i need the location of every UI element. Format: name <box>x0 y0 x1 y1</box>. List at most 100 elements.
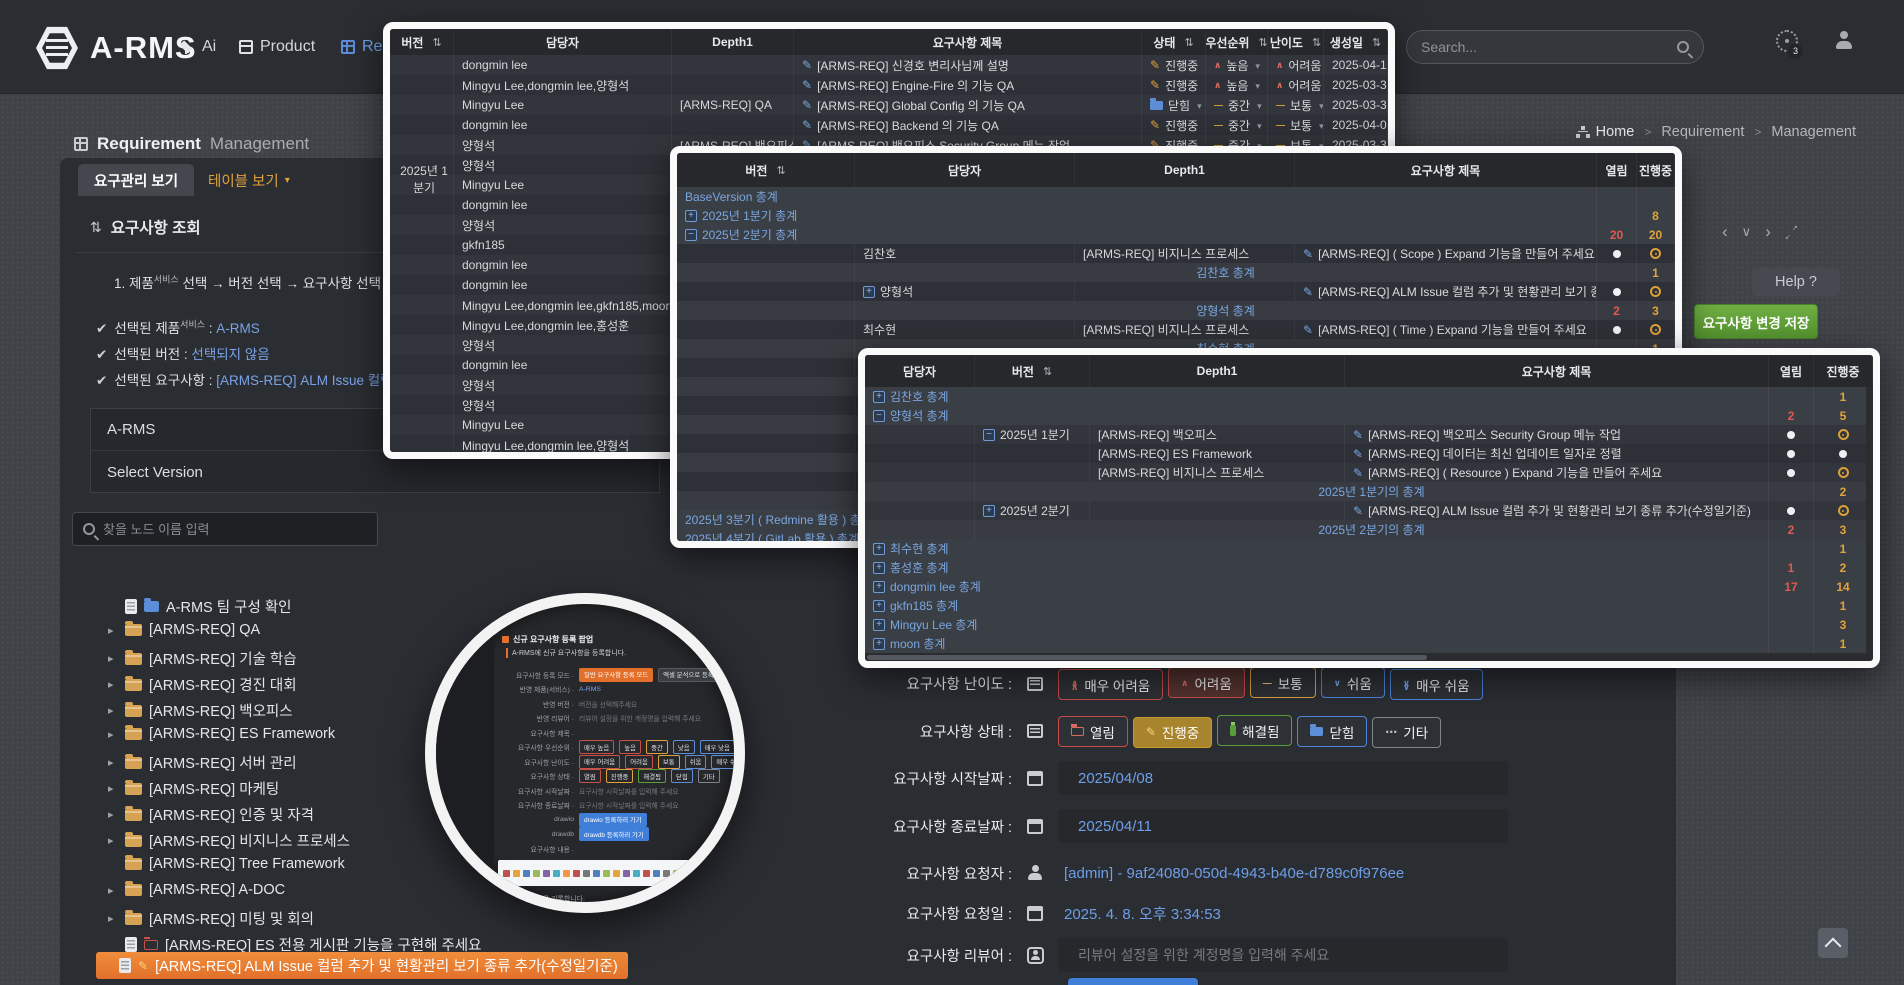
tab-requirement-view[interactable]: 요구관리 보기 <box>78 164 194 196</box>
node-search-input[interactable] <box>103 522 367 537</box>
dropdown-caret-icon[interactable] <box>1253 58 1260 72</box>
table-row[interactable]: dongmin lee[ARMS-REQ] 신경호 변리사님께 설명진행중높음어… <box>390 55 1388 75</box>
tree-item[interactable]: ▸[ARMS-REQ] 인증 및 자격 <box>108 804 314 825</box>
plus-icon[interactable] <box>873 543 885 555</box>
horizontal-scrollbar[interactable] <box>865 653 1873 661</box>
tree-caret-icon[interactable]: ▸ <box>108 704 118 717</box>
search-input[interactable] <box>1421 39 1677 55</box>
dropdown-caret-icon[interactable] <box>1317 118 1324 132</box>
plus-icon[interactable] <box>873 638 885 650</box>
collapse-icon[interactable]: ∨ <box>1742 224 1752 240</box>
dropdown-caret-icon[interactable] <box>1317 98 1324 112</box>
help-button[interactable]: Help ? <box>1752 268 1840 296</box>
table-row[interactable]: dongmin lee 총계1714 <box>865 577 1873 596</box>
column-header[interactable]: 열림 <box>1769 355 1814 387</box>
table-row[interactable]: [ARMS-REQ] ES Framework[ARMS-REQ] 데이터는 최… <box>865 444 1873 463</box>
status-button-닫힘[interactable]: 닫힘 <box>1297 716 1367 747</box>
vertical-scrollbar[interactable] <box>1866 387 1873 653</box>
table-row[interactable]: 최수현 총계1 <box>865 539 1873 558</box>
table-row[interactable]: 양형석 총계25 <box>865 406 1873 425</box>
tree-item[interactable]: ▸[ARMS-REQ] 경진 대회 <box>108 674 297 695</box>
table-row[interactable]: 2025년 2분기[ARMS-REQ] ALM Issue 컬럼 추가 및 현황… <box>865 501 1873 520</box>
start-date-input[interactable]: 2025/04/08 <box>1058 761 1508 795</box>
tree-caret-icon[interactable]: ▸ <box>108 834 118 847</box>
table-row[interactable]: 김찬호[ARMS-REQ] 비지니스 프로세스[ARMS-REQ] ( Scop… <box>677 244 1675 263</box>
table-row[interactable]: Mingyu Lee[ARMS-REQ] QA[ARMS-REQ] Global… <box>390 95 1388 115</box>
prev-icon[interactable]: ‹ <box>1722 222 1728 242</box>
tree-item-selected[interactable]: ✎[ARMS-REQ] ALM Issue 컬럼 추가 및 현황관리 보기 종류… <box>96 952 628 979</box>
column-header[interactable]: 담당자 <box>855 153 1075 187</box>
tree-caret-icon[interactable]: ▸ <box>108 808 118 821</box>
sort-icon[interactable]: ⇅ <box>1312 36 1321 49</box>
table-row[interactable]: moon 총계1 <box>865 634 1873 653</box>
tree-item[interactable]: ▸[ARMS-REQ] 비지니스 프로세스 <box>108 830 350 851</box>
column-header[interactable]: 담당자 <box>865 355 975 387</box>
tree-item[interactable]: A-RMS 팀 구성 확인 <box>108 596 292 617</box>
tree-item[interactable]: ▸[ARMS-REQ] 기술 학습 <box>108 648 297 669</box>
column-header[interactable]: 상태⇅ <box>1142 29 1206 55</box>
sort-icon[interactable]: ⇅ <box>776 164 785 177</box>
table-row[interactable]: Mingyu Lee,dongmin lee,양형석[ARMS-REQ] Eng… <box>390 75 1388 95</box>
plus-icon[interactable] <box>873 581 885 593</box>
sort-icon[interactable]: ⇅ <box>1258 36 1267 49</box>
breadcrumb-management[interactable]: Management <box>1771 124 1856 140</box>
plus-icon[interactable] <box>863 286 875 298</box>
column-header[interactable]: 난이도⇅ <box>1268 29 1324 55</box>
tree-item[interactable]: ▸[ARMS-REQ] A-DOC <box>108 882 285 898</box>
sort-icon[interactable]: ⇅ <box>1372 36 1381 49</box>
breadcrumb-requirement[interactable]: Requirement <box>1661 124 1744 140</box>
tree-item[interactable]: ▸[ARMS-REQ] 미팅 및 회의 <box>108 908 314 929</box>
plus-icon[interactable] <box>873 619 885 631</box>
tree-item[interactable]: [ARMS-REQ] Tree Framework <box>108 856 345 872</box>
column-header[interactable]: Depth1 <box>672 29 794 55</box>
partial-bottom-button[interactable] <box>1068 978 1198 985</box>
next-icon[interactable]: › <box>1765 222 1771 242</box>
tree-item[interactable]: ▸[ARMS-REQ] ES Framework <box>108 726 335 742</box>
column-header[interactable]: Depth1 <box>1075 153 1295 187</box>
nav-item-requirement[interactable]: Re <box>341 38 382 56</box>
tree-item[interactable]: ▸[ARMS-REQ] QA <box>108 622 260 638</box>
tree-caret-icon[interactable]: ▸ <box>108 782 118 795</box>
tree-item[interactable]: ▸[ARMS-REQ] 서버 관리 <box>108 752 297 773</box>
tree-caret-icon[interactable]: ▸ <box>108 912 118 925</box>
column-header[interactable]: 요구사항 제목 <box>1345 355 1769 387</box>
plus-icon[interactable] <box>873 600 885 612</box>
status-button-기타[interactable]: ⋯기타 <box>1372 717 1441 748</box>
status-button-해결됨[interactable]: 해결됨 <box>1217 715 1292 746</box>
sort-icon[interactable]: ⇅ <box>432 36 441 49</box>
column-header[interactable]: Depth1 <box>1090 355 1345 387</box>
table-row[interactable]: dongmin lee[ARMS-REQ] Backend 의 기능 QA진행중… <box>390 115 1388 135</box>
table-row[interactable]: BaseVersion 총계 <box>677 187 1675 206</box>
table-row[interactable]: 양형석 총계23 <box>677 301 1675 320</box>
tree-caret-icon[interactable]: ▸ <box>108 624 118 637</box>
table-row[interactable]: Mingyu Lee 총계3 <box>865 615 1873 634</box>
plus-icon[interactable] <box>873 391 885 403</box>
difficulty-button-어려움[interactable]: ∧어려움 <box>1168 667 1245 698</box>
column-header[interactable]: 진행중 <box>1814 355 1873 387</box>
fullscreen-icon[interactable] <box>1785 226 1798 239</box>
tab-table-view[interactable]: 테이블 보기▾ <box>192 164 306 196</box>
table-row[interactable]: 2025년 1분기[ARMS-REQ] 백오피스[ARMS-REQ] 백오피스 … <box>865 425 1873 444</box>
column-header[interactable]: 요구사항 제목 <box>794 29 1142 55</box>
minus-icon[interactable] <box>873 410 885 422</box>
nav-item-product[interactable]: Product <box>239 38 315 56</box>
status-button-열림[interactable]: 열림 <box>1058 716 1128 747</box>
table-row[interactable]: 2025년 1분기 총계8 <box>677 206 1675 225</box>
table-row[interactable]: 2025년 1분기의 총계2 <box>865 482 1873 501</box>
table-row[interactable]: 2025년 2분기의 총계23 <box>865 520 1873 539</box>
nav-item-ai[interactable]: Ai <box>178 38 216 56</box>
plus-icon[interactable] <box>873 562 885 574</box>
tree-caret-icon[interactable]: ▸ <box>108 652 118 665</box>
column-header[interactable]: 생성일⇅ <box>1324 29 1388 55</box>
column-header[interactable]: 버전⇅ <box>390 29 454 55</box>
difficulty-button-보통[interactable]: —보통 <box>1250 667 1316 698</box>
difficulty-button-쉬움[interactable]: ∨쉬움 <box>1321 667 1385 698</box>
table-row[interactable]: 홍성훈 총계12 <box>865 558 1873 577</box>
dropdown-caret-icon[interactable] <box>1255 118 1262 132</box>
plus-icon[interactable] <box>983 505 995 517</box>
reviewer-input[interactable]: 리뷰어 설정을 위한 계정명을 입력해 주세요 <box>1058 938 1508 972</box>
dropdown-caret-icon[interactable] <box>1253 78 1260 92</box>
difficulty-button-매우 쉬움[interactable]: ∨∨매우 쉬움 <box>1390 669 1483 700</box>
end-date-input[interactable]: 2025/04/11 <box>1058 809 1508 843</box>
minus-icon[interactable] <box>983 429 995 441</box>
